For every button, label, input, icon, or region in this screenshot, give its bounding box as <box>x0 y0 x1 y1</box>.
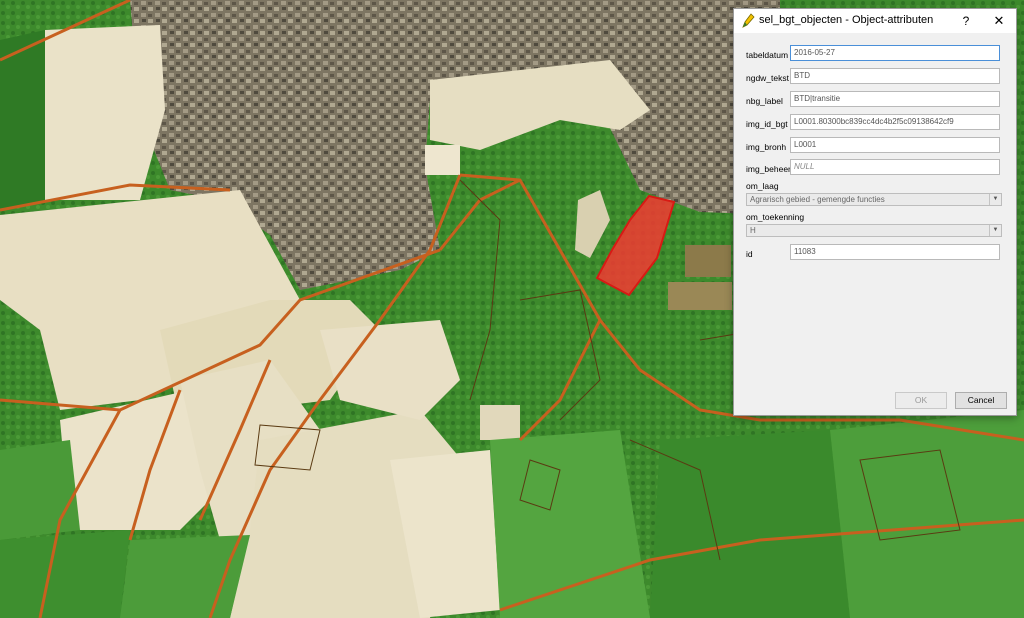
close-button[interactable]: ✕ <box>989 12 1009 30</box>
cancel-button[interactable]: Cancel <box>955 392 1007 409</box>
label-img-bronh: img_bronh <box>746 142 787 152</box>
label-ngdw-tekst: ngdw_tekst <box>746 73 789 83</box>
label-img-beheer: img_beheer <box>746 164 791 174</box>
agri-field <box>480 405 520 440</box>
dialog-title: sel_bgt_objecten - Object-attributen <box>759 14 934 26</box>
ok-button[interactable]: OK <box>895 392 947 409</box>
label-id: id <box>746 249 753 259</box>
om-laag-combo[interactable]: Agrarisch gebied - gemengde functies ▼ <box>746 193 1002 206</box>
plot <box>668 282 732 310</box>
label-nbg-label: nbg_label <box>746 96 783 106</box>
img-beheer-field[interactable]: NULL <box>790 159 1000 175</box>
label-img-id-bgt: img_id_bgt <box>746 119 788 129</box>
label-tabeldatum: tabeldatum <box>746 50 789 60</box>
pencil-icon <box>742 13 755 28</box>
img-bronh-field[interactable]: L0001 <box>790 137 1000 153</box>
img-id-bgt-field[interactable]: L0001.80300bc839cc4dc4b2f5c09138642cf9 <box>790 114 1000 130</box>
om-laag-value: Agrarisch gebied - gemengde functies <box>750 195 885 204</box>
label-om-laag: om_laag <box>746 181 779 191</box>
crop-field <box>120 535 250 618</box>
help-button[interactable]: ? <box>956 12 976 30</box>
crop-field <box>650 430 850 618</box>
attribute-dialog: sel_bgt_objecten - Object-attributen ? ✕… <box>733 8 1017 416</box>
dialog-titlebar: sel_bgt_objecten - Object-attributen ? ✕ <box>734 9 1016 33</box>
chevron-down-icon[interactable]: ▼ <box>989 225 1001 236</box>
tabeldatum-field[interactable]: 2016-05-27 <box>790 45 1000 61</box>
agri-field <box>425 145 460 175</box>
om-toekenning-value: H <box>750 226 756 235</box>
nbg-label-field[interactable]: BTD|transitie <box>790 91 1000 107</box>
id-field[interactable]: 11083 <box>790 244 1000 260</box>
crop-field <box>0 440 80 540</box>
ngdw-tekst-field[interactable]: BTD <box>790 68 1000 84</box>
chevron-down-icon[interactable]: ▼ <box>989 194 1001 205</box>
crop-field <box>830 410 1024 618</box>
plot <box>685 245 731 277</box>
om-toekenning-combo[interactable]: H ▼ <box>746 224 1002 237</box>
crop-field <box>0 530 130 618</box>
label-om-toekenning: om_toekenning <box>746 212 805 222</box>
agri-field <box>45 25 165 200</box>
